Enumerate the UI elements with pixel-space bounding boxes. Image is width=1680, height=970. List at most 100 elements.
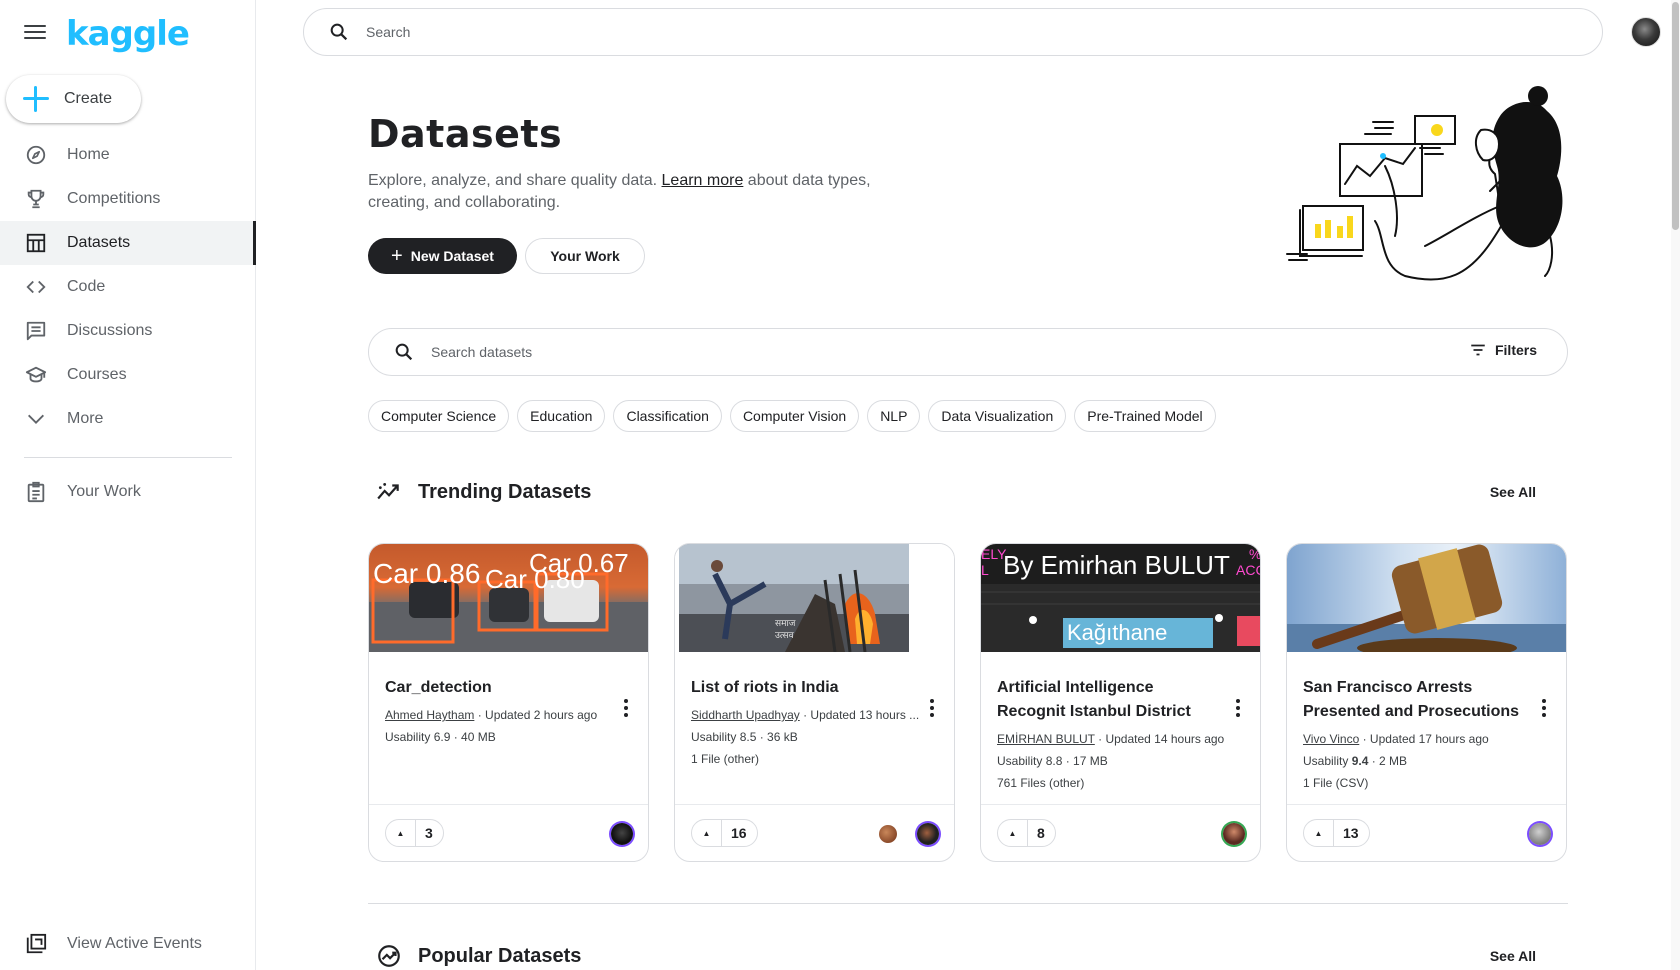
trending-section-header: Trending Datasets See All — [368, 472, 1568, 512]
sidebar-item-courses[interactable]: Courses — [0, 353, 256, 397]
card-footer: ▲ 13 — [1287, 804, 1566, 861]
kaggle-logo[interactable]: kaggle — [66, 14, 190, 54]
chip-nlp[interactable]: NLP — [867, 400, 921, 432]
section-divider — [368, 903, 1568, 904]
thumbnail-text: उत्सव — [775, 630, 794, 640]
contributor-avatar[interactable] — [879, 825, 897, 843]
dataset-thumbnail: By Emirhan BULUT Kağıthane ELY L % ACC — [981, 544, 1260, 652]
chip-computer-vision[interactable]: Computer Vision — [729, 400, 860, 432]
contributor-avatar[interactable] — [1529, 823, 1551, 845]
dataset-card[interactable]: समाज उत्सव List of riots in India Siddha… — [674, 543, 955, 862]
global-search-bar[interactable] — [303, 8, 1603, 56]
dataset-card[interactable]: San Francisco Arrests Presented and Pros… — [1286, 543, 1567, 862]
your-work-button[interactable]: Your Work — [525, 238, 645, 274]
thumbnail-text: By Emirhan BULUT — [1003, 550, 1230, 580]
filter-icon — [1471, 344, 1485, 356]
vote-count: 8 — [1037, 825, 1045, 841]
dataset-meta: Vivo Vinco · Updated 17 hours ago — [1303, 730, 1550, 748]
page-title: Datasets — [368, 112, 563, 156]
author-link[interactable]: EMİRHAN BULUT — [997, 732, 1095, 746]
scrollbar-thumb[interactable] — [1672, 2, 1679, 230]
upvote-button[interactable]: ▲ 3 — [385, 819, 444, 847]
dataset-search-input[interactable] — [431, 344, 1411, 360]
sidebar-item-label: Competitions — [67, 190, 161, 207]
dataset-title[interactable]: Artificial Intelligence Recognit Istanbu… — [997, 676, 1222, 724]
chip-classification[interactable]: Classification — [613, 400, 722, 432]
contributor-avatar[interactable] — [917, 823, 939, 845]
more-vert-icon[interactable] — [924, 698, 940, 718]
dataset-thumbnail: Car 0.86 Car 0.67 Car 0.80 — [369, 544, 648, 652]
global-search-input[interactable] — [366, 24, 1566, 40]
updated-text: · Updated 13 hours ... — [799, 708, 920, 722]
learn-more-link[interactable]: Learn more — [662, 172, 744, 189]
chip-data-visualization[interactable]: Data Visualization — [928, 400, 1067, 432]
upvote-button[interactable]: ▲ 13 — [1303, 819, 1370, 847]
usability-line: Usability 6.9 · 40 MB — [385, 728, 632, 746]
create-button[interactable]: Create — [6, 75, 141, 123]
view-active-events-label: View Active Events — [67, 935, 202, 952]
card-footer: ▲ 8 — [981, 804, 1260, 861]
sidebar-item-label: More — [67, 410, 104, 427]
sidebar-item-competitions[interactable]: Competitions — [0, 177, 256, 221]
dataset-title[interactable]: San Francisco Arrests Presented and Pros… — [1303, 676, 1528, 724]
more-vert-icon[interactable] — [1536, 698, 1552, 718]
contributor-avatar[interactable] — [611, 823, 633, 845]
create-button-label: Create — [64, 90, 113, 107]
usability-line: Usability 9.4 · 2 MB — [1303, 752, 1550, 770]
dataset-search-bar[interactable]: Filters — [368, 328, 1568, 376]
author-link[interactable]: Siddharth Upadhyay — [691, 708, 800, 722]
more-vert-icon[interactable] — [1230, 698, 1246, 718]
dataset-thumbnail — [1287, 544, 1566, 652]
sidebar-item-discussions[interactable]: Discussions — [0, 309, 256, 353]
chevron-down-icon — [24, 407, 48, 431]
view-active-events[interactable]: View Active Events — [0, 922, 256, 966]
upvote-button[interactable]: ▲ 8 — [997, 819, 1056, 847]
vote-count: 3 — [425, 825, 433, 841]
usability-score: 8.5 — [739, 730, 757, 744]
usability-label: Usability — [691, 730, 740, 744]
thumbnail-text: L — [981, 562, 989, 578]
hamburger-menu-icon[interactable] — [24, 22, 46, 40]
card-footer: ▲ 3 — [369, 804, 648, 861]
dataset-title[interactable]: List of riots in India — [691, 676, 916, 700]
new-dataset-button[interactable]: + New Dataset — [368, 238, 517, 274]
dataset-card[interactable]: By Emirhan BULUT Kağıthane ELY L % ACC A… — [980, 543, 1261, 862]
page-description: Explore, analyze, and share quality data… — [368, 170, 888, 214]
sidebar-item-more[interactable]: More — [0, 397, 256, 441]
sidebar-item-label: Code — [67, 278, 106, 295]
thumbnail-text: Car 0.86 — [373, 558, 481, 589]
contributor-avatar[interactable] — [1223, 823, 1245, 845]
sidebar-item-your-work[interactable]: Your Work — [0, 470, 256, 514]
file-info: 1 File (CSV) — [1303, 776, 1369, 790]
chip-pre-trained-model[interactable]: Pre-Trained Model — [1074, 400, 1216, 432]
author-link[interactable]: Ahmed Haytham — [385, 708, 474, 722]
trophy-icon — [24, 187, 48, 211]
upvote-button[interactable]: ▲ 16 — [691, 819, 758, 847]
comment-icon — [24, 319, 48, 343]
page-scrollbar[interactable] — [1671, 0, 1680, 970]
filters-button[interactable]: Filters — [1469, 341, 1537, 359]
sidebar-item-datasets[interactable]: Datasets — [0, 221, 256, 265]
see-all-link[interactable]: See All — [1490, 948, 1536, 964]
usability-label: Usability — [385, 730, 434, 744]
trending-up-icon — [374, 477, 404, 507]
chip-education[interactable]: Education — [517, 400, 606, 432]
dataset-size: · 36 kB — [756, 730, 798, 744]
file-info: 761 Files (other) — [997, 776, 1085, 790]
more-vert-icon[interactable] — [618, 698, 634, 718]
chip-computer-science[interactable]: Computer Science — [368, 400, 510, 432]
desc-text-1: Explore, analyze, and share quality data… — [368, 172, 662, 189]
dataset-card[interactable]: Car 0.86 Car 0.67 Car 0.80 Car_detection… — [368, 543, 649, 862]
sidebar-item-home[interactable]: Home — [0, 133, 256, 177]
compass-icon — [24, 143, 48, 167]
see-all-link[interactable]: See All — [1490, 484, 1536, 500]
author-link[interactable]: Vivo Vinco — [1303, 732, 1359, 746]
dataset-meta: Siddharth Upadhyay · Updated 13 hours ..… — [691, 706, 938, 724]
sidebar-item-code[interactable]: Code — [0, 265, 256, 309]
dataset-thumbnail: समाज उत्सव — [675, 544, 954, 652]
updated-text: · Updated 2 hours ago — [474, 708, 598, 722]
popular-trend-icon — [374, 941, 404, 970]
user-avatar[interactable] — [1631, 17, 1661, 47]
new-dataset-label: New Dataset — [410, 248, 494, 264]
dataset-title[interactable]: Car_detection — [385, 676, 610, 700]
